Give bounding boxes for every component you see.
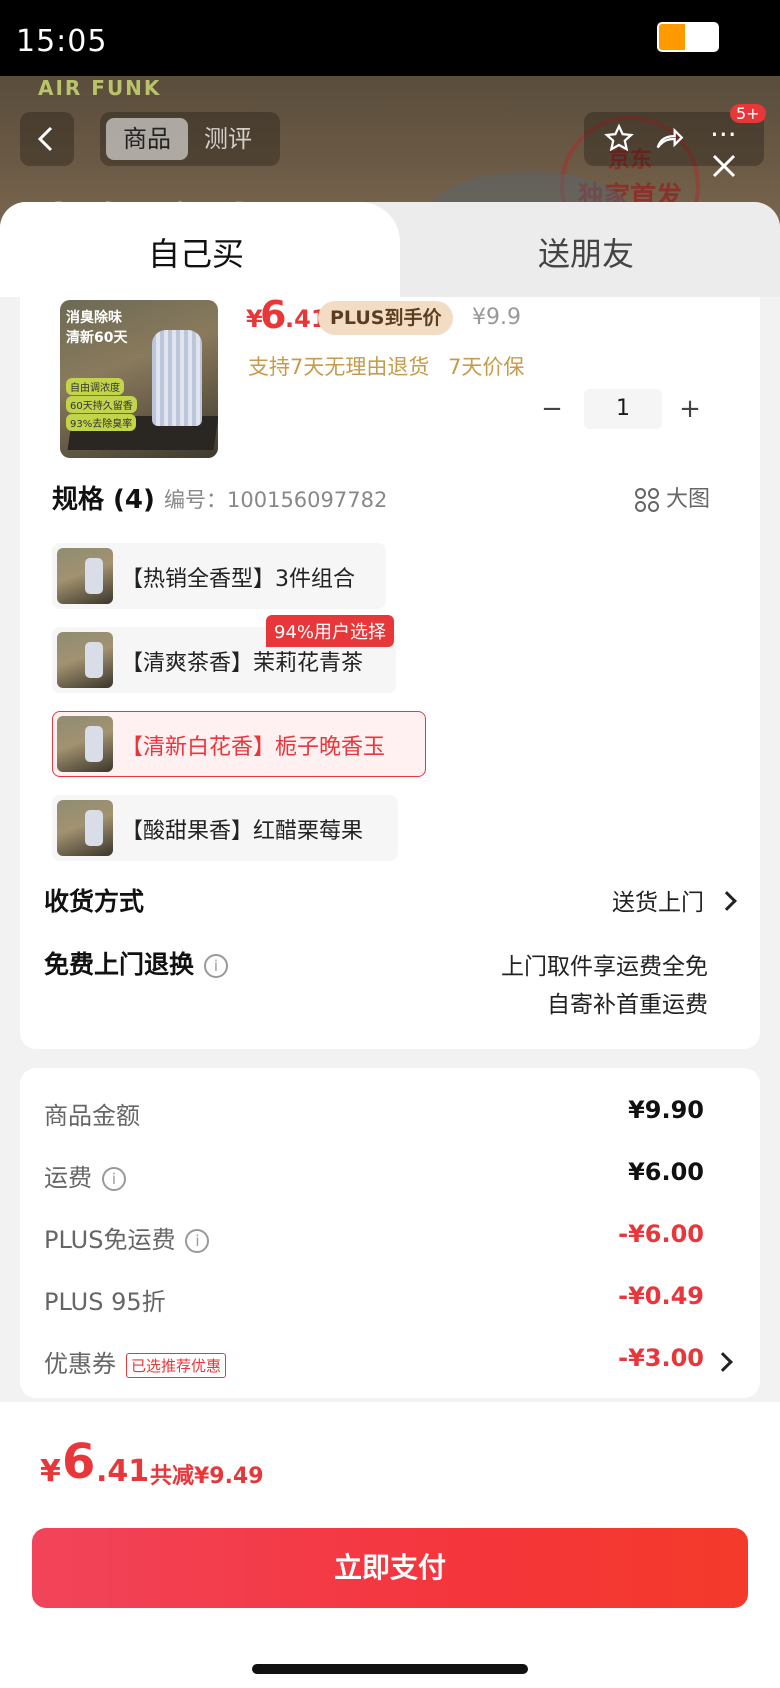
- policy-return: 支持7天无理由退货: [248, 355, 430, 379]
- plus-free-shipping-value: -¥6.00: [618, 1220, 704, 1248]
- info-icon[interactable]: i: [102, 1167, 126, 1191]
- plus-discount-value: -¥0.49: [618, 1282, 704, 1310]
- original-price: ¥9.9: [472, 305, 521, 330]
- quantity-decrease-button[interactable]: −: [532, 389, 572, 429]
- shipping-label: 运费 i: [44, 1158, 126, 1193]
- thumb-headline: 消臭除味 清新60天: [66, 310, 128, 346]
- service-policies: 支持7天无理由退货 7天价保: [248, 351, 524, 381]
- tab-self-label: 自己买: [148, 235, 245, 273]
- home-indicator[interactable]: [252, 1664, 528, 1674]
- status-time: 15:05: [16, 24, 108, 59]
- product-thumbnail[interactable]: 消臭除味 清新60天 自由调浓度 60天持久留香 93%去除臭率: [60, 300, 218, 458]
- spec-title: 规格 (4): [52, 485, 155, 515]
- policy-price-protect: 7天价保: [448, 355, 525, 379]
- tab-self[interactable]: 自己买: [0, 202, 400, 297]
- brand-logo: AIR FUNK: [38, 76, 162, 100]
- coupon-recommended-tag: 已选推荐优惠: [126, 1352, 227, 1378]
- total-decimal: .41: [96, 1454, 150, 1489]
- spec-option-label: 【清新白花香】栀子晚香玉: [121, 735, 386, 760]
- quantity-input[interactable]: 1: [584, 389, 662, 429]
- spec-option-image: [57, 800, 113, 856]
- close-icon[interactable]: [708, 150, 740, 182]
- chevron-right-icon[interactable]: [713, 1352, 733, 1372]
- goods-amount-label: 商品金额: [44, 1102, 140, 1130]
- total-integer: 6: [62, 1434, 96, 1490]
- spec-option-image: [57, 716, 113, 772]
- tab-gift[interactable]: 送朋友: [400, 202, 780, 297]
- info-icon[interactable]: i: [185, 1229, 210, 1253]
- spec-option-label: 【清爽茶香】茉莉花青茶: [121, 651, 364, 676]
- return-line-2: 自寄补首重运费: [547, 992, 708, 1018]
- return-line-1: 上门取件享运费全免: [501, 954, 708, 980]
- purchase-sheet: 送朋友 自己买 消臭除味 清新60天 自由调浓度 60天持久留香 93%去除臭率 …: [0, 202, 780, 1688]
- thumb-bottle: [152, 330, 202, 426]
- quantity-increase-button[interactable]: +: [670, 389, 710, 429]
- fee-summary-card: 商品金额 ¥9.90 运费 i ¥6.00 PLUS免运费 i -¥6.00 PLU…: [20, 1068, 760, 1398]
- popular-choice-badge: 94%用户选择: [266, 615, 395, 647]
- goods-amount-value: ¥9.90: [628, 1096, 704, 1124]
- coupon-value[interactable]: -¥3.00: [618, 1344, 704, 1372]
- big-view-label: 大图: [666, 487, 711, 512]
- product-card: 消臭除味 清新60天 自由调浓度 60天持久留香 93%去除臭率 ¥ 6 .41 …: [20, 293, 760, 1049]
- share-icon: [656, 127, 684, 149]
- spec-option-image: [57, 632, 113, 688]
- plus-price-tag: PLUS到手价: [318, 301, 454, 335]
- spec-option-selected[interactable]: 【清新白花香】栀子晚香玉: [52, 711, 426, 777]
- battery-icon: [657, 22, 719, 52]
- return-label: 免费上门退换 i: [44, 945, 229, 981]
- thumb-tag-2: 60天持久留香: [66, 396, 137, 413]
- info-icon[interactable]: i: [204, 954, 229, 978]
- grid-icon: [635, 488, 659, 512]
- back-button: [20, 112, 74, 166]
- more-icon: ···: [710, 118, 737, 151]
- back-arrow-icon: [37, 126, 53, 152]
- shipping-value: ¥6.00: [628, 1158, 704, 1186]
- spec-option-label: 【酸甜果香】红醋栗莓果: [121, 819, 364, 844]
- thumb-tag-1: 自由调浓度: [66, 378, 124, 395]
- delivery-label: 收货方式: [44, 887, 145, 916]
- star-icon: [604, 123, 634, 152]
- price-integer: 6: [260, 293, 287, 337]
- plus-discount-label: PLUS 95折: [44, 1288, 166, 1316]
- tab-review: 测评: [204, 125, 252, 153]
- spec-option-image: [57, 548, 113, 604]
- thumb-tag-3: 93%去除臭率: [66, 414, 137, 431]
- spec-code: 编号：100156097782: [164, 488, 388, 512]
- coupon-label[interactable]: 优惠券 已选推荐优惠: [44, 1344, 227, 1379]
- spec-option[interactable]: 【热销全香型】3件组合: [52, 543, 386, 609]
- delivery-value[interactable]: 送货上门: [612, 883, 704, 917]
- checkout-footer: ¥ 6 .41 共减¥9.49 立即支付: [0, 1402, 780, 1688]
- total-saved: 共减¥9.49: [150, 1464, 264, 1489]
- spec-option[interactable]: 【酸甜果香】红醋栗莓果: [52, 795, 398, 861]
- status-bar: 15:05: [0, 0, 780, 76]
- pay-now-button[interactable]: 立即支付: [32, 1528, 748, 1608]
- total-currency: ¥: [40, 1454, 61, 1489]
- purchase-tabs: 送朋友 自己买: [0, 202, 780, 297]
- cart-badge: 5+: [730, 104, 766, 123]
- tab-gift-label: 送朋友: [538, 235, 635, 273]
- battery-level: [659, 24, 686, 50]
- spec-option-label: 【热销全香型】3件组合: [121, 567, 355, 592]
- page-tabs: 商品 测评: [100, 112, 280, 166]
- plus-free-shipping-label: PLUS免运费 i: [44, 1220, 210, 1255]
- big-view-button[interactable]: 大图: [634, 481, 710, 513]
- chevron-right-icon[interactable]: [717, 891, 737, 911]
- tab-product: 商品: [106, 118, 188, 160]
